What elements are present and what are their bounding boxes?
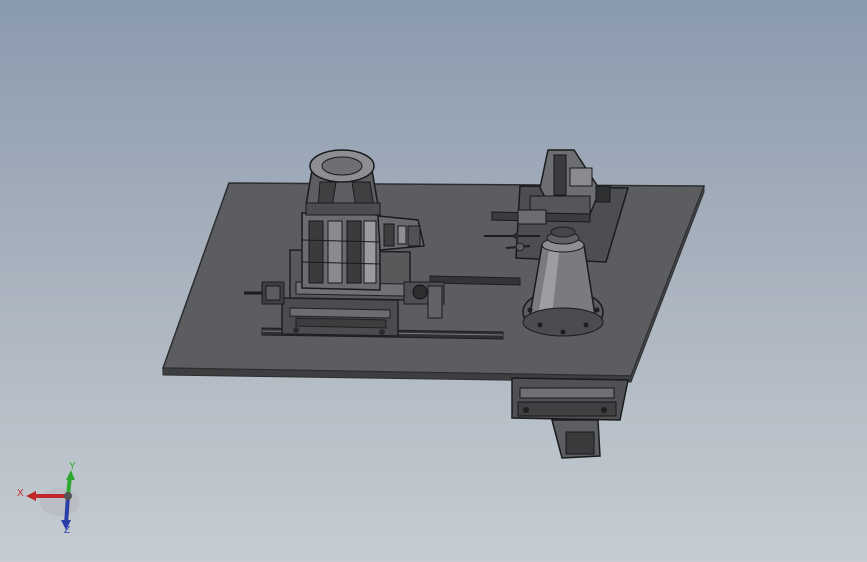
x-axis-label: X xyxy=(17,488,24,499)
chuck-head xyxy=(377,215,425,251)
machine-assembly-model[interactable] xyxy=(0,0,867,562)
underside-drive-unit xyxy=(511,377,629,459)
top-motor xyxy=(305,149,381,216)
left-slide-table xyxy=(281,297,399,337)
coordinate-triad[interactable]: X Y Z xyxy=(14,458,84,538)
cad-viewport[interactable]: X Y Z xyxy=(0,0,867,562)
z-axis-label: Z xyxy=(64,525,71,536)
vertical-spindle-housing xyxy=(301,212,381,291)
y-axis-label: Y xyxy=(69,461,76,472)
